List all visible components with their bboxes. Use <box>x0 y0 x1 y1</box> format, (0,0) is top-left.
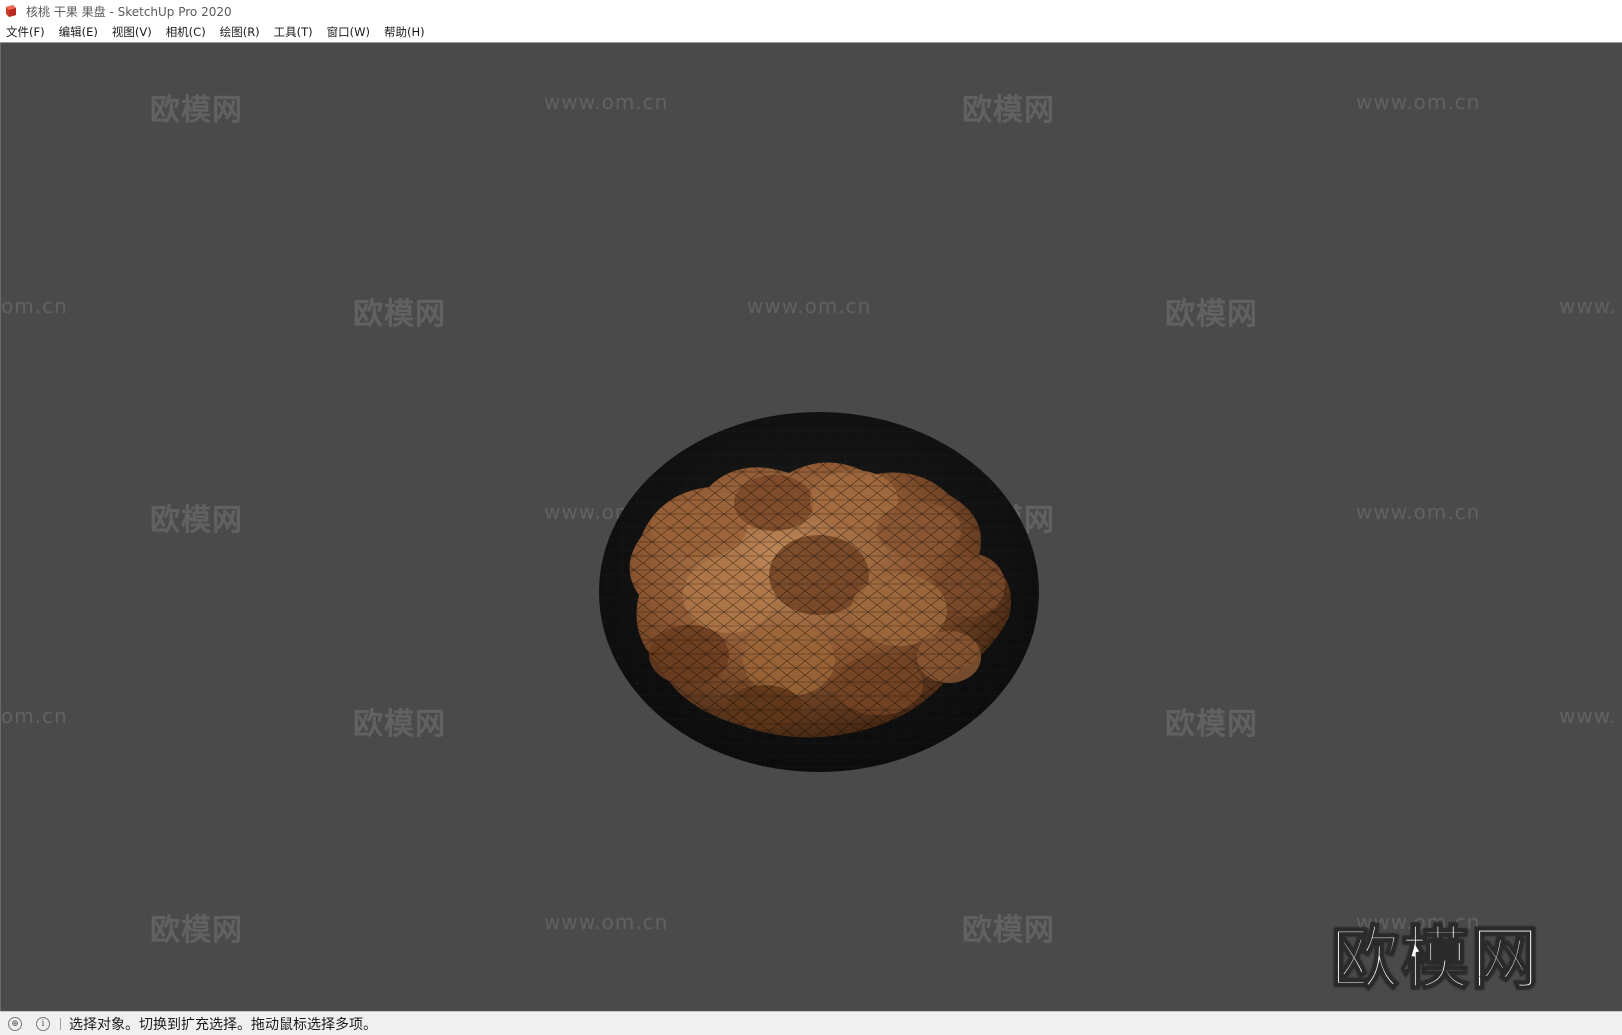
watermark-url-partial: om.cn <box>1 294 68 318</box>
watermark-cn: 欧模网 <box>150 503 243 538</box>
watermark-cn: 欧模网 <box>353 297 446 332</box>
menu-camera[interactable]: 相机(C) <box>159 24 213 40</box>
info-icon[interactable]: i <box>36 1016 50 1031</box>
watermark-url: www.om.cn <box>544 910 669 934</box>
menu-window[interactable]: 窗口(W) <box>320 24 377 40</box>
status-bar: ⊕ i 选择对象。切换到扩充选择。拖动鼠标选择多项。 <box>0 1011 1622 1035</box>
watermark-cn: 欧模网 <box>150 93 243 128</box>
watermark-cn: 欧模网 <box>353 707 446 742</box>
sketchup-app-icon <box>6 5 16 17</box>
watermark-cn: 欧模网 <box>1165 297 1258 332</box>
watermark-url: www.om.cn <box>747 294 872 318</box>
menu-bar: 文件(F) 编辑(E) 视图(V) 相机(C) 绘图(R) 工具(T) 窗口(W… <box>0 22 1622 43</box>
watermark-url: www.om.cn <box>1356 500 1481 524</box>
menu-view[interactable]: 视图(V) <box>105 24 159 40</box>
watermark-logo: 欧模网 <box>1330 919 1542 1000</box>
watermark-url-partial: om.cn <box>1 704 68 728</box>
watermark-url-partial: www. <box>1559 294 1617 318</box>
model-viewport[interactable]: 欧模网 www.om.cn 欧模网 www.om.cn om.cn 欧模网 ww… <box>0 43 1622 1011</box>
menu-help[interactable]: 帮助(H) <box>377 24 432 40</box>
menu-tools[interactable]: 工具(T) <box>267 24 320 40</box>
watermark-url: www.om.cn <box>544 90 669 114</box>
menu-draw[interactable]: 绘图(R) <box>213 24 267 40</box>
watermark-cn: 欧模网 <box>962 93 1055 128</box>
watermark-cn: 欧模网 <box>1165 707 1258 742</box>
window-title: 核桃 干果 果盘 - SketchUp Pro 2020 <box>26 4 232 19</box>
watermark-url: www.om.cn <box>1356 90 1481 114</box>
menu-file[interactable]: 文件(F) <box>0 24 52 40</box>
walnut-bowl-model[interactable] <box>589 395 1049 775</box>
geo-location-icon[interactable]: ⊕ <box>8 1016 22 1031</box>
menu-edit[interactable]: 编辑(E) <box>52 24 105 40</box>
watermark-url-partial: www. <box>1559 704 1617 728</box>
watermark-cn: 欧模网 <box>962 913 1055 948</box>
status-message: 选择对象。切换到扩充选择。拖动鼠标选择多项。 <box>69 1016 377 1033</box>
watermark-cn: 欧模网 <box>150 913 243 948</box>
status-separator <box>60 1017 61 1030</box>
window-titlebar: 核桃 干果 果盘 - SketchUp Pro 2020 <box>0 0 1622 22</box>
